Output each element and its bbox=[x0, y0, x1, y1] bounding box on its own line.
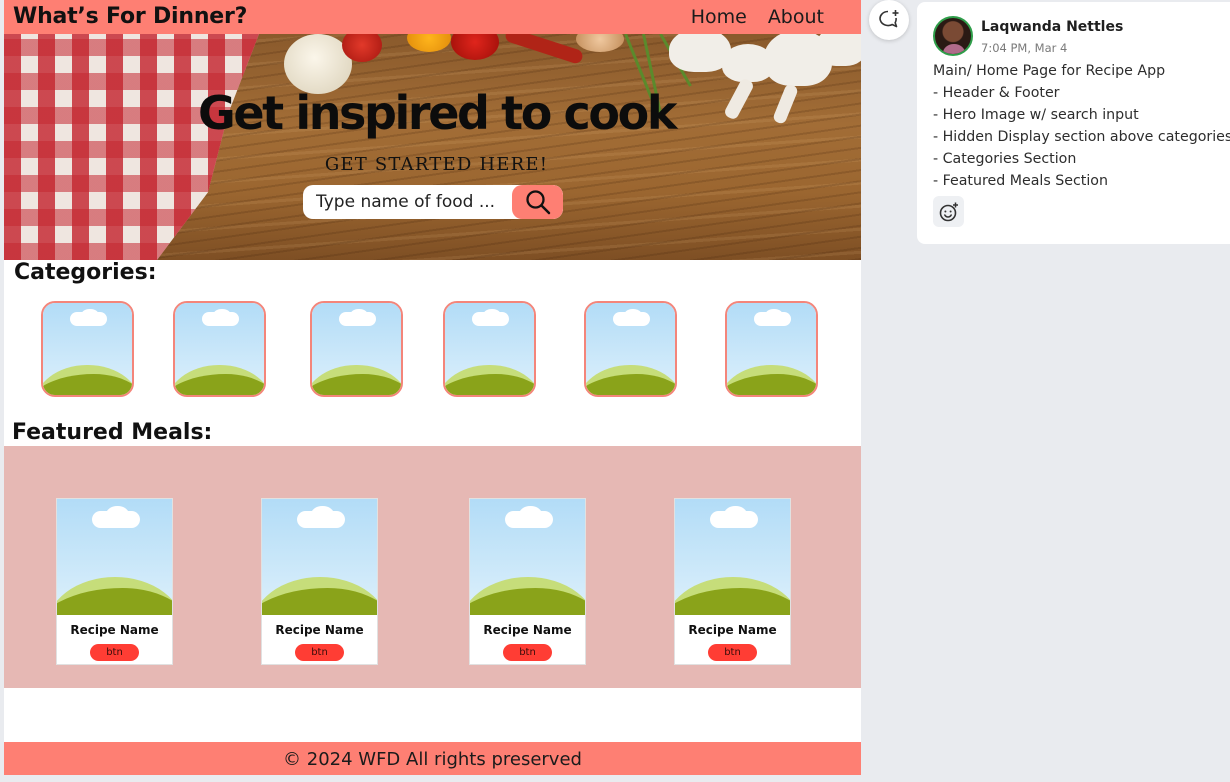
categories-title: Categories: bbox=[14, 260, 157, 285]
hero-subtitle: GET STARTED HERE! bbox=[324, 154, 549, 175]
category-tile[interactable] bbox=[584, 301, 677, 397]
hero-section: Get inspired to cook GET STARTED HERE! bbox=[4, 34, 861, 260]
recipe-button[interactable]: btn bbox=[295, 644, 344, 661]
search-input[interactable] bbox=[303, 185, 511, 219]
category-tile[interactable] bbox=[173, 301, 266, 397]
comment-line: - Featured Meals Section bbox=[933, 173, 1108, 189]
add-comment-button[interactable] bbox=[869, 0, 909, 40]
mushroom-decoration bbox=[816, 34, 861, 66]
recipe-name: Recipe Name bbox=[483, 623, 572, 637]
category-tile[interactable] bbox=[443, 301, 536, 397]
nav-home-link[interactable]: Home bbox=[691, 6, 747, 28]
comment-line: - Categories Section bbox=[933, 151, 1077, 167]
add-reaction-button[interactable] bbox=[933, 196, 964, 227]
comment-body: Main/ Home Page for Recipe App - Header … bbox=[933, 60, 1230, 192]
recipe-image-placeholder bbox=[470, 499, 585, 615]
hero-title: Get inspired to cook bbox=[197, 86, 677, 140]
add-comment-icon bbox=[879, 10, 899, 28]
recipe-image-placeholder bbox=[262, 499, 377, 615]
category-tile[interactable] bbox=[41, 301, 134, 397]
recipe-button[interactable]: btn bbox=[503, 644, 552, 661]
recipe-card[interactable]: Recipe Name btn bbox=[469, 498, 586, 665]
comment-card: Laqwanda Nettles 7:04 PM, Mar 4 Main/ Ho… bbox=[917, 2, 1230, 244]
recipe-name: Recipe Name bbox=[275, 623, 364, 637]
recipe-image-placeholder bbox=[675, 499, 790, 615]
comment-author[interactable]: Laqwanda Nettles bbox=[981, 19, 1123, 35]
recipe-card[interactable]: Recipe Name btn bbox=[674, 498, 791, 665]
recipe-card[interactable]: Recipe Name btn bbox=[261, 498, 378, 665]
comment-line: - Hero Image w/ search input bbox=[933, 107, 1139, 123]
category-tile[interactable] bbox=[725, 301, 818, 397]
search-button[interactable] bbox=[512, 185, 563, 219]
site-logo[interactable]: What’s For Dinner? bbox=[13, 4, 247, 29]
recipe-card[interactable]: Recipe Name btn bbox=[56, 498, 173, 665]
comment-line: - Header & Footer bbox=[933, 85, 1060, 101]
site-footer: © 2024 WFD All rights preserved bbox=[4, 742, 861, 775]
design-canvas: What’s For Dinner? Home About Get inspir… bbox=[4, 0, 861, 775]
category-tile[interactable] bbox=[310, 301, 403, 397]
comment-line: Main/ Home Page for Recipe App bbox=[933, 63, 1166, 79]
featured-meals-section: Recipe Name btn Recipe Name btn Recipe N… bbox=[4, 446, 861, 688]
comment-timestamp: 7:04 PM, Mar 4 bbox=[981, 41, 1068, 55]
recipe-image-placeholder bbox=[57, 499, 172, 615]
recipe-name: Recipe Name bbox=[70, 623, 159, 637]
avatar[interactable] bbox=[933, 16, 973, 56]
recipe-button[interactable]: btn bbox=[90, 644, 139, 661]
nav-about-link[interactable]: About bbox=[768, 6, 824, 28]
comment-line: - Hidden Display section above categorie… bbox=[933, 129, 1230, 145]
search-icon bbox=[525, 190, 550, 215]
main-nav: Home About bbox=[691, 6, 824, 28]
footer-copyright: © 2024 WFD All rights preserved bbox=[283, 749, 582, 770]
site-header: What’s For Dinner? Home About bbox=[4, 0, 861, 34]
featured-title: Featured Meals: bbox=[12, 420, 213, 445]
add-reaction-icon bbox=[939, 202, 958, 221]
recipe-name: Recipe Name bbox=[688, 623, 777, 637]
recipe-button[interactable]: btn bbox=[708, 644, 757, 661]
search-bar bbox=[303, 185, 563, 219]
